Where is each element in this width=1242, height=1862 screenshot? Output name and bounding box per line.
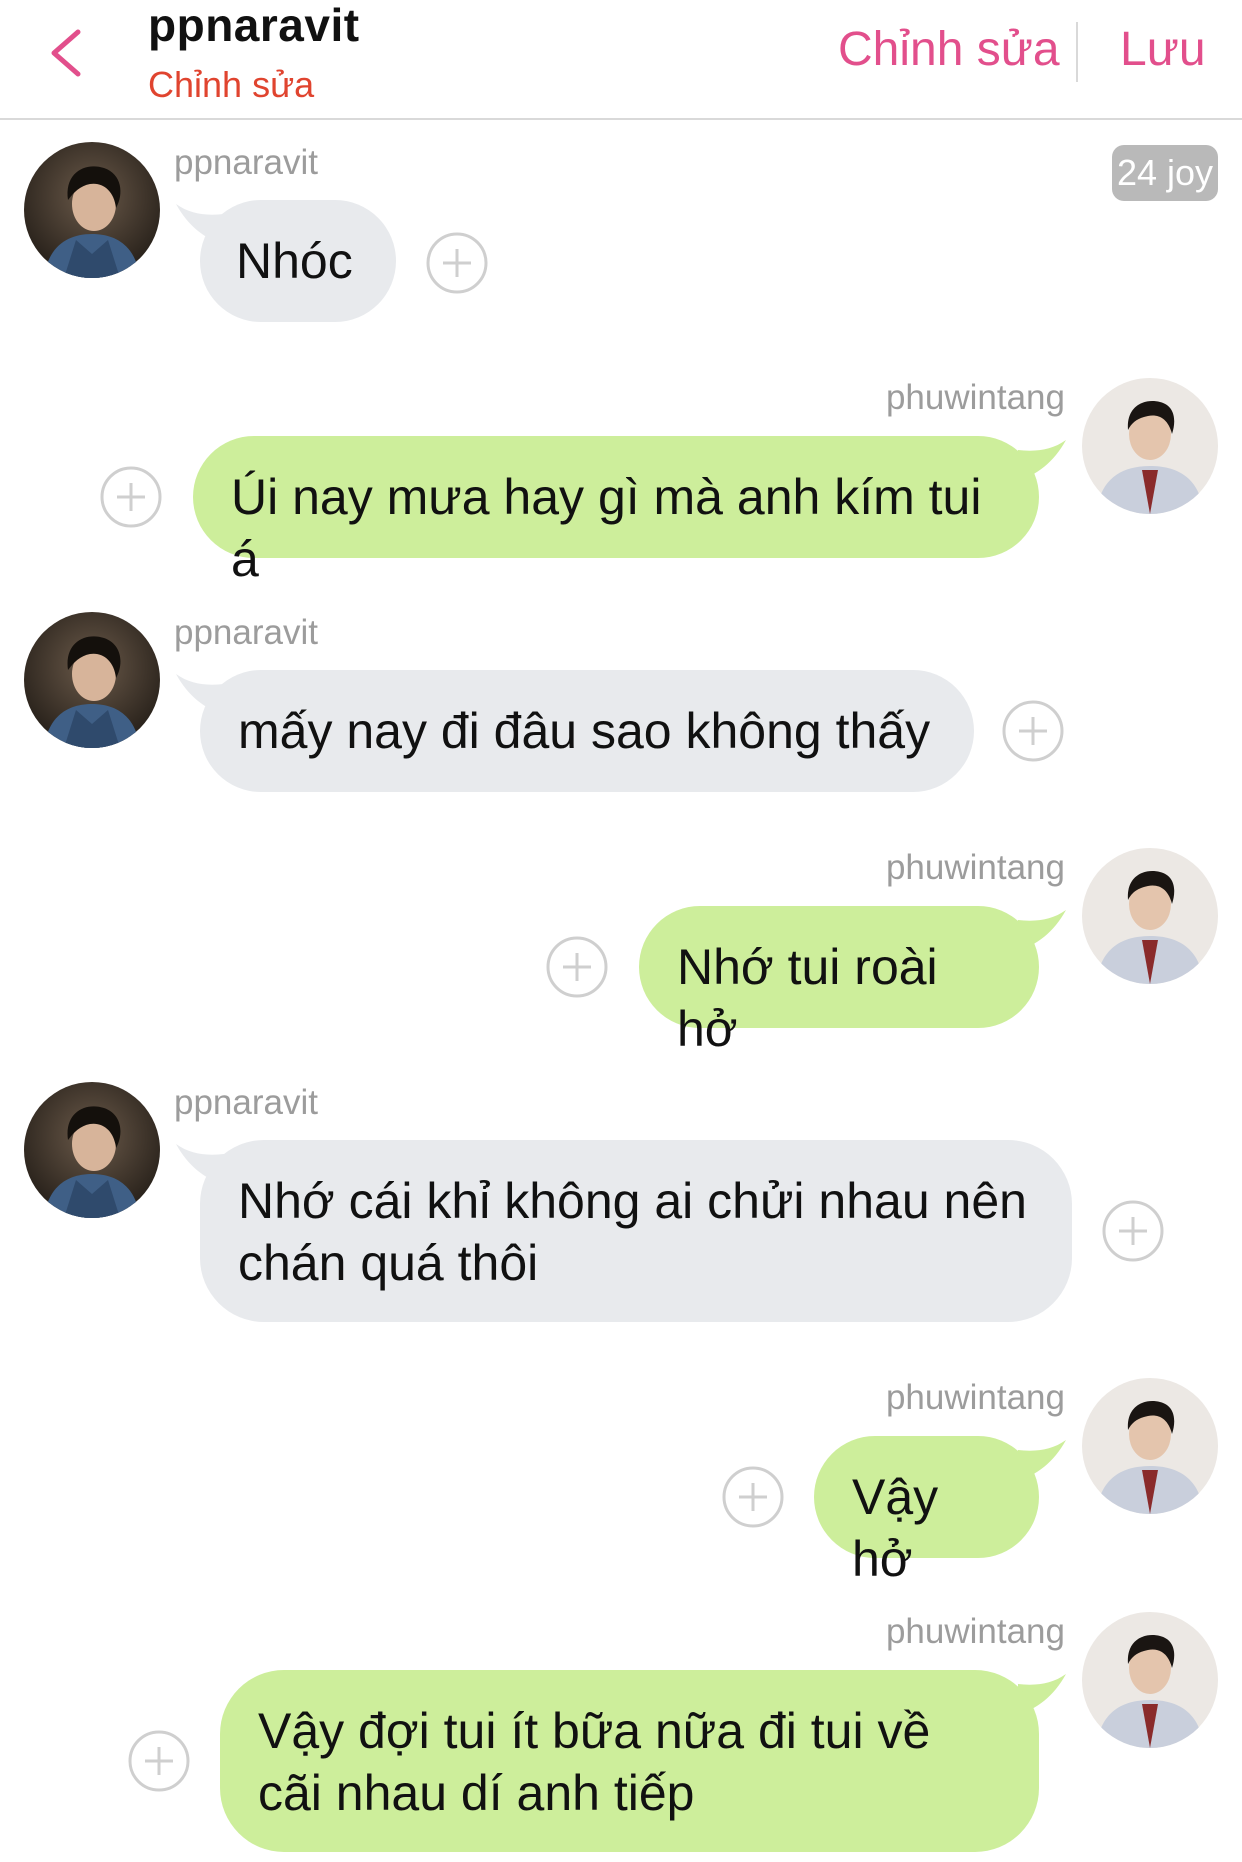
message-bubble: Nhóc [200,200,396,322]
sender-name: phuwintang [885,1378,1065,1417]
message-text: Nhớ tui roài hở [677,939,938,1057]
plus-circle-icon[interactable] [128,1730,190,1792]
sender-name: ppnaravit [174,143,318,182]
avatar [24,142,160,278]
avatar [24,1082,160,1218]
message-bubble: Nhớ cái khỉ không ai chửi nhau nên chán … [200,1140,1072,1322]
top-bar: ppnaravit Chỉnh sửa Chỉnh sửa Lưu [0,0,1242,120]
message-bubble: Nhớ tui roài hở [639,906,1039,1057]
message-bubble: Úi nay mưa hay gì mà anh kím tui á [193,436,1039,587]
message-text: Nhóc [236,233,353,289]
message-text: mấy nay đi đâu sao không thấy [238,703,931,759]
save-button[interactable]: Lưu [1120,22,1206,77]
sender-name: phuwintang [885,848,1065,887]
chevron-left-icon[interactable] [44,26,88,80]
message-text: Vậy hở [852,1469,939,1587]
avatar [1082,1378,1218,1514]
plus-circle-icon[interactable] [546,936,608,998]
message-text: Úi nay mưa hay gì mà anh kím tui á [231,469,982,587]
sender-name: phuwintang [885,378,1065,417]
chat-subtitle: Chỉnh sửa [148,64,315,105]
chat-title: ppnaravit [148,0,360,51]
message-text: Vậy đợi tui ít bữa nữa đi tui về cãi nha… [258,1703,931,1821]
status-badge: 24 joy [1112,145,1218,201]
message-bubble: Vậy đợi tui ít bữa nữa đi tui về cãi nha… [220,1670,1039,1852]
avatar [24,612,160,748]
message-bubble: Vậy hở [814,1436,1039,1587]
header-divider [1076,22,1078,82]
message-text: Nhớ cái khỉ không ai chửi nhau nên chán … [238,1173,1027,1291]
plus-circle-icon[interactable] [426,232,488,294]
sender-name: ppnaravit [174,613,318,652]
message-bubble: mấy nay đi đâu sao không thấy [200,670,974,792]
plus-circle-icon[interactable] [100,466,162,528]
avatar [1082,848,1218,984]
plus-circle-icon[interactable] [1102,1200,1164,1262]
edit-button[interactable]: Chỉnh sửa [838,22,1060,77]
avatar [1082,378,1218,514]
sender-name: phuwintang [885,1612,1065,1651]
sender-name: ppnaravit [174,1083,318,1122]
plus-circle-icon[interactable] [1002,700,1064,762]
avatar [1082,1612,1218,1748]
plus-circle-icon[interactable] [722,1466,784,1528]
